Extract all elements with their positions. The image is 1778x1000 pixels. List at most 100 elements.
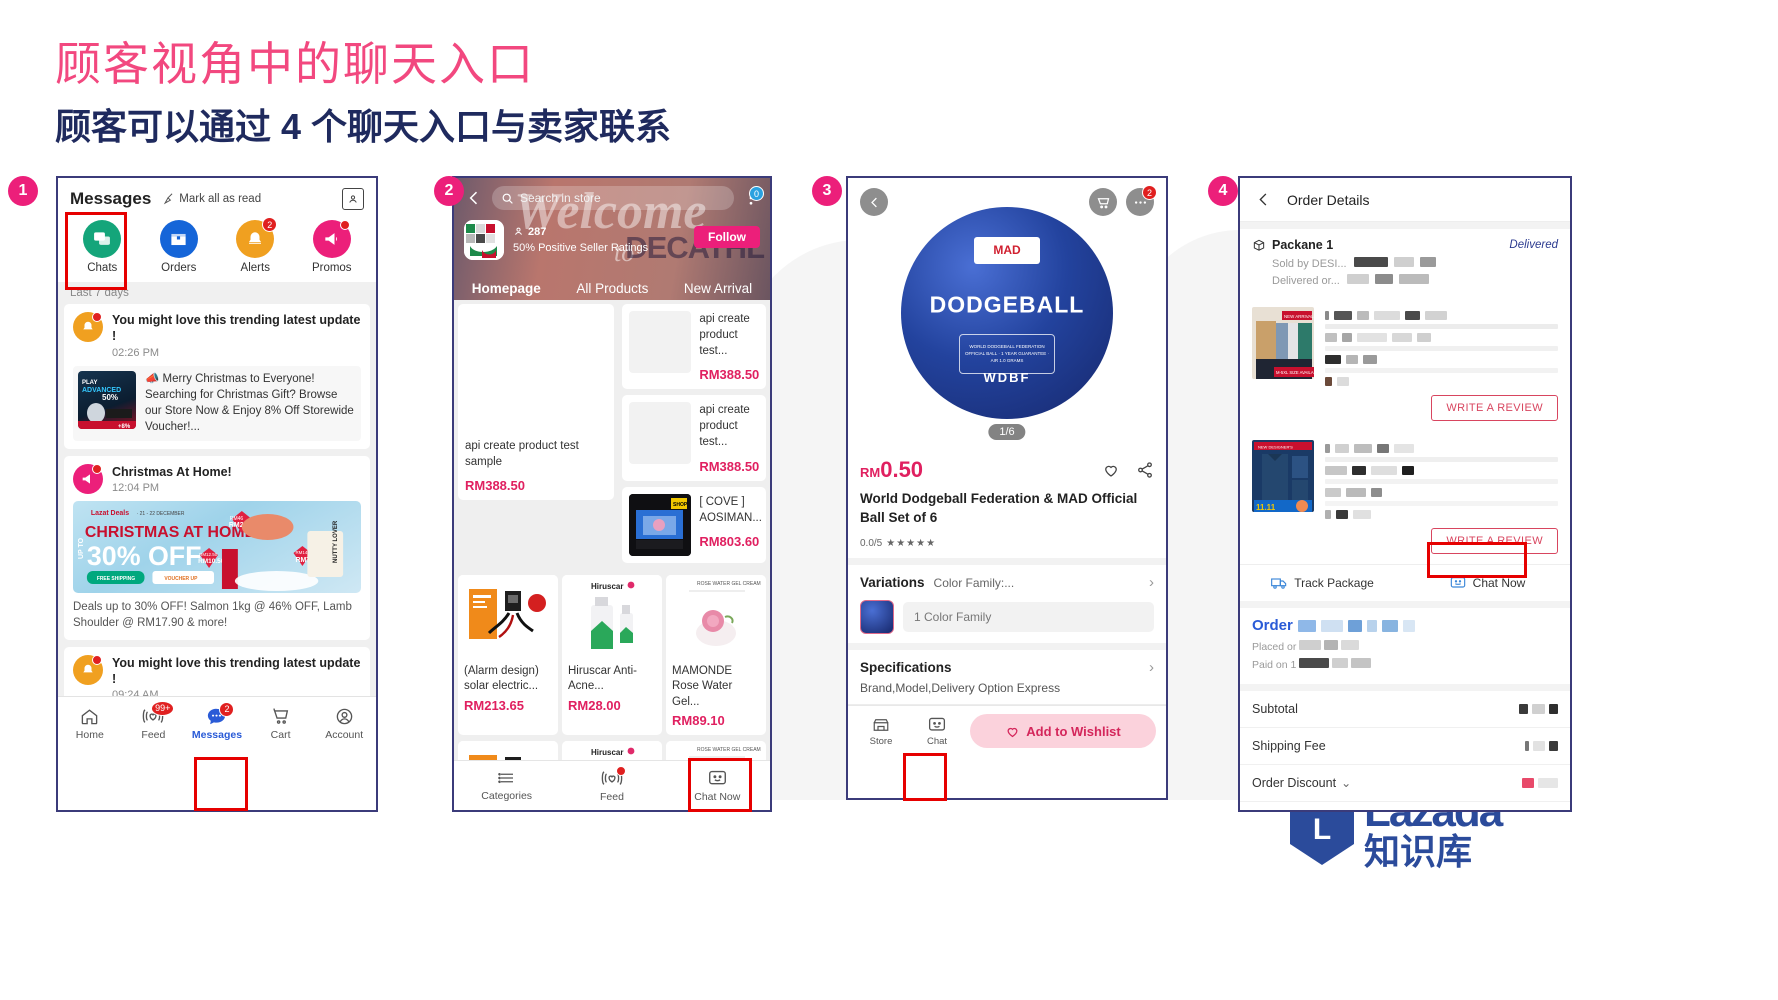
- heart-outline-icon[interactable]: [1102, 461, 1120, 479]
- product-rating: 0.0/5 ★★★★★: [860, 535, 1154, 549]
- nav-feed[interactable]: Feed: [584, 765, 640, 803]
- chat-now-button[interactable]: Chat Now: [1405, 565, 1570, 601]
- product-card[interactable]: Hiruscar: [562, 741, 662, 760]
- category-alerts[interactable]: 2 Alerts: [221, 217, 289, 274]
- track-package-button[interactable]: Track Package: [1240, 565, 1405, 601]
- product-gallery[interactable]: MAD DODGEBALL WORLD DODGEBALL FEDERATION…: [848, 178, 1166, 448]
- gallery-pager: 1/6: [988, 424, 1026, 440]
- specifications-section[interactable]: Specifications › Brand,Model,Delivery Op…: [848, 650, 1166, 706]
- product-card[interactable]: [458, 741, 558, 760]
- redacted-item-text: [1325, 440, 1558, 519]
- back-arrow-icon[interactable]: [860, 188, 888, 216]
- product-price: RM0.50: [860, 457, 923, 483]
- phone-screen-store: Welcome to DECATHL Search in store 0 287…: [452, 176, 772, 812]
- nav-label: Account: [325, 728, 364, 741]
- chat-button[interactable]: Chat: [914, 716, 960, 747]
- phone-screen-order-details: Order Details Packane 1 Delivered Sold b…: [1238, 176, 1572, 812]
- product-card[interactable]: api create product test... RM388.50: [622, 395, 766, 481]
- product-image: [629, 402, 692, 465]
- product-card[interactable]: api create product test... RM388.50: [622, 304, 766, 390]
- store-avatar: [464, 220, 504, 260]
- product-card[interactable]: ROSE WATER GEL CREAM MAMONDE Rose Water …: [666, 574, 766, 736]
- product-image-dodgeball: MAD DODGEBALL WORLD DODGEBALL FEDERATION…: [901, 207, 1113, 419]
- page-title: Messages: [70, 189, 152, 208]
- nav-feed[interactable]: 99+ Feed: [125, 700, 181, 741]
- ball-name-text: DODGEBALL: [929, 291, 1085, 318]
- variation-thumbnail[interactable]: [860, 600, 894, 635]
- category-orders[interactable]: Orders: [145, 220, 213, 274]
- messages-icon: 2: [206, 701, 235, 726]
- write-a-review-button[interactable]: WRITE A REVIEW: [1431, 528, 1558, 554]
- package-actions: Track Package Chat Now: [1240, 564, 1570, 608]
- order-line-discount[interactable]: Order Discount ⌄: [1240, 765, 1570, 802]
- cart-icon[interactable]: [1089, 188, 1117, 216]
- product-grid-row: Hiruscar ROSE WATER GEL CREAM: [454, 741, 770, 760]
- megaphone-icon: [73, 463, 103, 494]
- rating-suffix: /5: [873, 538, 883, 550]
- share-icon[interactable]: [1136, 461, 1154, 479]
- svg-text:Hiruscar: Hiruscar: [591, 582, 623, 591]
- list-item[interactable]: You might love this trending latest upda…: [64, 304, 370, 449]
- messages-badge: 2: [219, 701, 235, 717]
- search-placeholder: Search in store: [520, 191, 601, 205]
- store-button[interactable]: Store: [858, 716, 904, 747]
- product-title: World Dodgeball Federation & MAD Officia…: [860, 491, 1138, 526]
- svg-text:ROSE WATER GEL CREAM: ROSE WATER GEL CREAM: [697, 581, 761, 587]
- nav-categories[interactable]: Categories: [479, 769, 535, 802]
- message-list[interactable]: You might love this trending latest upda…: [58, 304, 376, 696]
- message-category-row: Chats Orders 2 Alerts Promos: [58, 216, 376, 282]
- ball-federation-text: WDBF: [983, 370, 1031, 386]
- mark-all-as-read-button[interactable]: Mark all as read: [161, 192, 261, 206]
- product-card[interactable]: Hiruscar Hiruscar Anti-Acne... RM28.00: [562, 574, 662, 736]
- product-action-bar: Store Chat Add to Wishlist: [848, 705, 1166, 757]
- store-product-list[interactable]: api create product test sample RM388.50 …: [454, 300, 770, 760]
- product-name: api create product test sample: [465, 439, 579, 468]
- order-item[interactable]: NEW DESIGNER'S 11.11: [1240, 431, 1570, 528]
- more-badge: 0: [749, 186, 764, 201]
- nav-account[interactable]: Account: [316, 707, 372, 741]
- product-card[interactable]: (Alarm design) solar electric... RM213.6…: [458, 574, 558, 736]
- tab-new-arrival[interactable]: New Arrival: [684, 281, 752, 296]
- variation-option[interactable]: 1 Color Family: [903, 602, 1154, 633]
- review-row: WRITE A REVIEW: [1240, 528, 1570, 564]
- chevron-down-icon[interactable]: ⌄: [1341, 776, 1351, 790]
- nav-messages[interactable]: 2 Messages: [189, 701, 245, 741]
- more-vertical-icon[interactable]: 0: [742, 186, 764, 207]
- package-box-icon: [159, 220, 198, 258]
- contact-card-icon[interactable]: [342, 188, 364, 210]
- chevron-right-icon[interactable]: ›: [1149, 574, 1154, 591]
- product-image: NEW DESIGNER'S 11.11: [1252, 440, 1314, 512]
- order-label: Order: [1252, 617, 1293, 634]
- svg-text:50%: 50%: [102, 393, 118, 402]
- category-promos[interactable]: Promos: [298, 220, 366, 274]
- product-card[interactable]: ROSE WATER GEL CREAM: [666, 741, 766, 760]
- line-amount: [1525, 740, 1558, 751]
- nav-home[interactable]: Home: [62, 707, 118, 741]
- search-input[interactable]: Search in store: [492, 186, 734, 210]
- tab-all-products[interactable]: All Products: [576, 281, 648, 296]
- rating-stars: ★★★★★: [886, 538, 937, 550]
- nav-chat-now[interactable]: Chat Now: [689, 769, 745, 803]
- back-arrow-icon[interactable]: [1254, 190, 1273, 209]
- nav-cart[interactable]: Cart: [253, 707, 309, 741]
- store-hero-banner: Welcome to DECATHL Search in store 0 287…: [454, 178, 770, 300]
- write-a-review-button[interactable]: WRITE A REVIEW: [1431, 395, 1558, 421]
- svg-text:· 21 - 22 DECEMBER: · 21 - 22 DECEMBER: [137, 511, 185, 517]
- tab-homepage[interactable]: Homepage: [472, 281, 541, 296]
- back-arrow-icon[interactable]: [464, 188, 484, 208]
- product-card[interactable]: api create product test sample RM388.50: [458, 304, 615, 500]
- list-item[interactable]: Christmas At Home! 12:04 PM Lazat Deals …: [64, 455, 370, 640]
- variations-section[interactable]: Variations Color Family:... › 1 Color Fa…: [848, 565, 1166, 651]
- svg-text:FREE SHIPPING: FREE SHIPPING: [97, 576, 135, 582]
- ball-seal-text: WORLD DODGEBALL FEDERATION OFFICIAL BALL…: [959, 334, 1055, 375]
- redacted-item-text: [1325, 307, 1558, 386]
- product-card[interactable]: SHOP [ COVE ] AOSIMAN... RM803.60: [622, 486, 766, 563]
- chevron-right-icon[interactable]: ›: [1149, 659, 1154, 676]
- list-item[interactable]: You might love this trending latest upda…: [64, 646, 370, 696]
- more-horizontal-icon[interactable]: 2: [1126, 185, 1157, 216]
- order-item[interactable]: NEW ARRIVAL M-5XL SIZE AVAILABLE: [1240, 298, 1570, 395]
- category-chats[interactable]: Chats: [68, 220, 136, 274]
- line-label: Subtotal: [1252, 701, 1298, 716]
- add-to-wishlist-button[interactable]: Add to Wishlist: [970, 714, 1156, 749]
- follow-button[interactable]: Follow: [694, 226, 760, 248]
